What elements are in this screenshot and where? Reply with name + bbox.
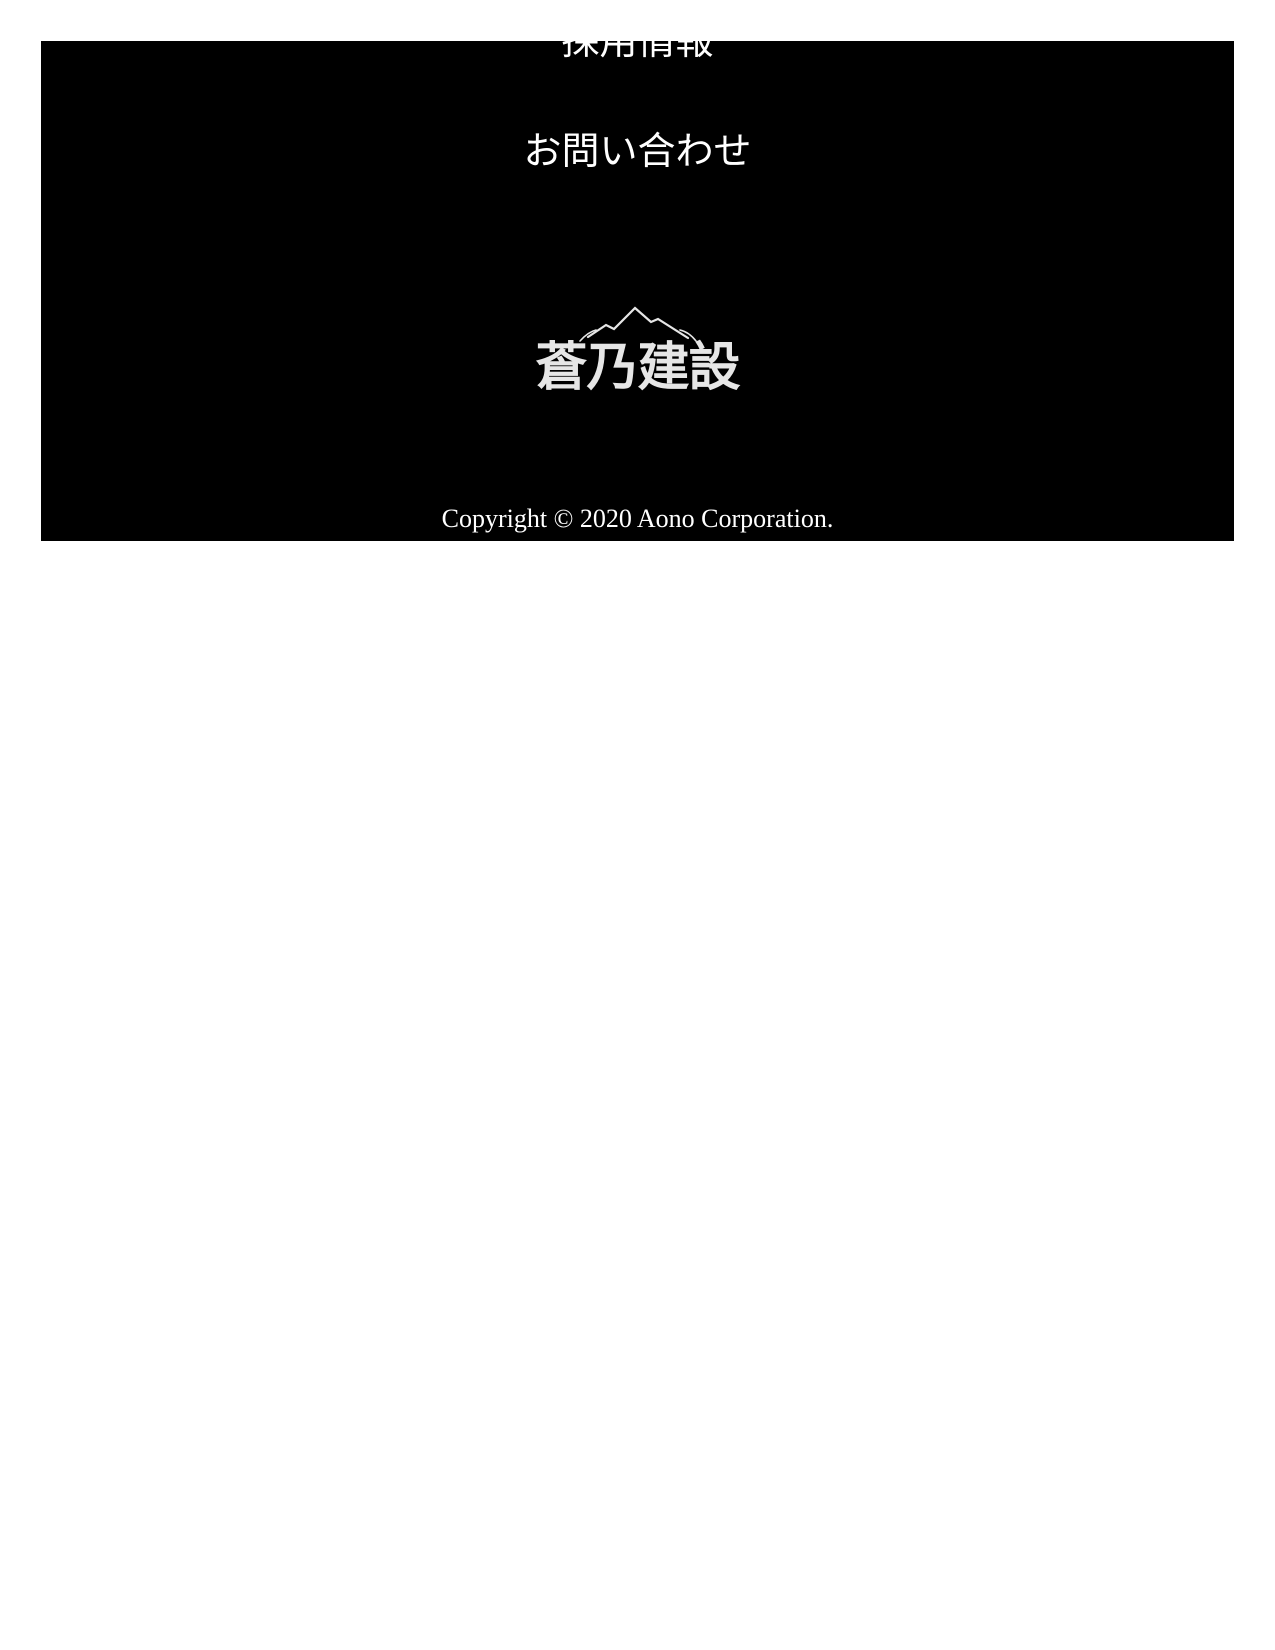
company-logo-text: 蒼乃建設 xyxy=(535,337,740,398)
site-footer: 採用情報 お問い合わせ 蒼乃建設 Copyright © 2020 Aono C… xyxy=(41,41,1234,541)
footer-nav-recruit-link[interactable]: 採用情報 xyxy=(41,41,1234,60)
copyright-text: Copyright © 2020 Aono Corporation. xyxy=(441,504,834,533)
company-logo[interactable]: 蒼乃建設 xyxy=(518,301,758,411)
footer-nav-contact-link[interactable]: お問い合わせ xyxy=(41,132,1234,170)
